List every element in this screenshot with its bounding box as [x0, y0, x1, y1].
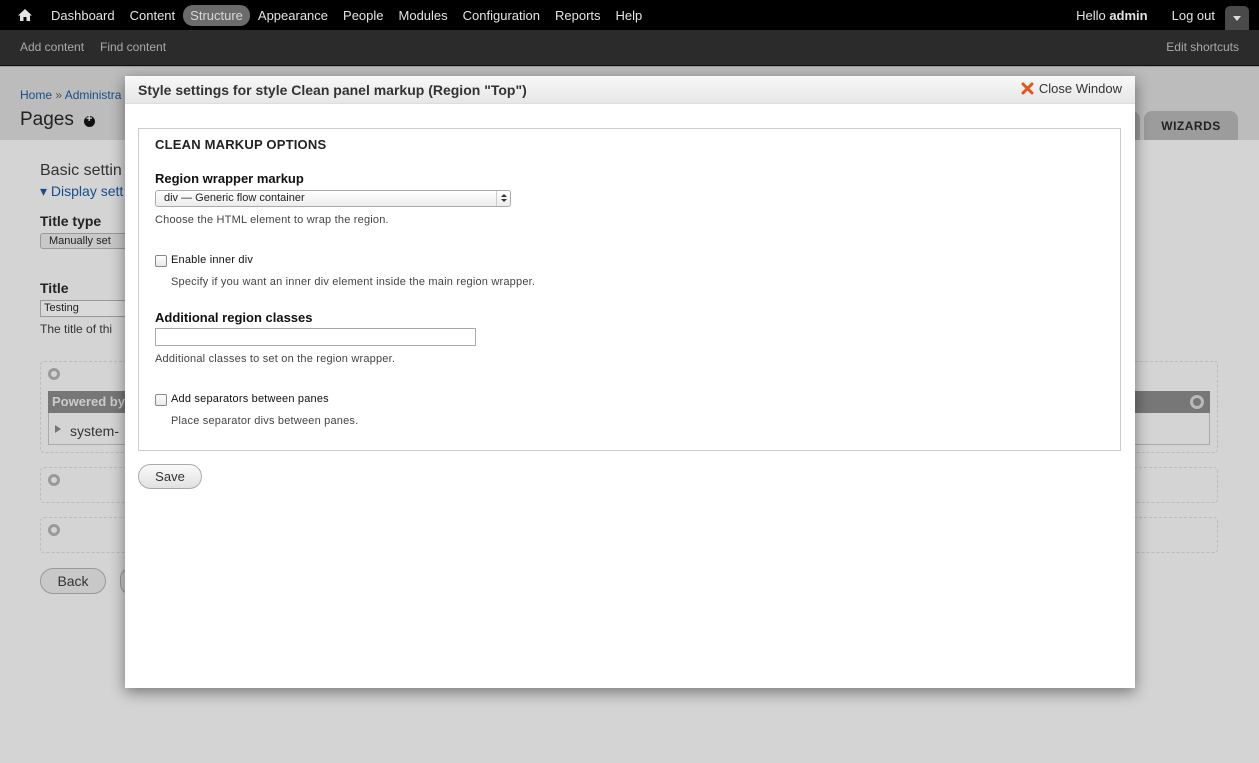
fieldset-legend: CLEAN MARKUP OPTIONS: [155, 137, 327, 152]
region-wrapper-description: Choose the HTML element to wrap the regi…: [155, 214, 389, 226]
region-wrapper-value: div — Generic flow container: [164, 192, 305, 204]
additional-classes-input[interactable]: [155, 328, 476, 346]
shortcut-add-content[interactable]: Add content: [20, 40, 84, 54]
add-separators-checkbox[interactable]: [155, 394, 167, 406]
title-input[interactable]: Testing: [40, 300, 130, 317]
enable-inner-div-description: Specify if you want an inner div element…: [171, 276, 536, 288]
admin-toolbar: Dashboard Content Structure Appearance P…: [0, 0, 1259, 30]
gear-icon[interactable]: [48, 524, 60, 536]
title-type-label: Title type: [40, 213, 102, 229]
modal-title: Style settings for style Clean panel mar…: [138, 82, 527, 98]
nav-reports[interactable]: Reports: [548, 5, 608, 26]
additional-classes-label: Additional region classes: [155, 310, 313, 325]
region-wrapper-select[interactable]: div — Generic flow container: [155, 190, 511, 207]
hello-prefix: Hello: [1076, 7, 1110, 23]
shortcuts-toggle-button[interactable]: [1225, 6, 1249, 30]
logout-link[interactable]: Log out: [1172, 8, 1215, 23]
add-shortcut-icon[interactable]: [84, 113, 95, 127]
tab-wizards[interactable]: WIZARDS: [1144, 111, 1238, 140]
shortcuts-bar: Add content Find content Edit shortcuts: [0, 30, 1259, 66]
enable-inner-div-label[interactable]: Enable inner div: [171, 254, 253, 266]
title-description: The title of thi: [40, 322, 113, 336]
updown-icon: [496, 191, 510, 206]
nav-dashboard[interactable]: Dashboard: [44, 5, 122, 26]
modal-header: Style settings for style Clean panel mar…: [125, 76, 1135, 104]
home-icon[interactable]: [17, 7, 33, 23]
edit-shortcuts-link[interactable]: Edit shortcuts: [1166, 40, 1239, 54]
toolbar-nav: Dashboard Content Structure Appearance P…: [44, 0, 650, 30]
page-title: Pages: [20, 109, 74, 130]
gear-icon[interactable]: [48, 368, 60, 380]
pane-content: system-: [70, 423, 119, 439]
hello-user: Hello admin: [1076, 8, 1148, 23]
add-separators-label[interactable]: Add separators between panes: [171, 393, 329, 405]
triangle-right-icon[interactable]: [55, 425, 61, 433]
breadcrumb: Home » Administra: [20, 88, 121, 102]
enable-inner-div-checkbox[interactable]: [155, 255, 167, 267]
breadcrumb-separator: »: [52, 88, 65, 102]
nav-structure[interactable]: Structure: [183, 4, 250, 26]
close-window-label: Close Window: [1038, 81, 1122, 96]
display-settings-link[interactable]: ▾ Display sett: [40, 183, 123, 200]
nav-appearance[interactable]: Appearance: [251, 5, 335, 26]
close-icon: [1021, 82, 1034, 95]
title-label: Title: [40, 280, 69, 296]
style-settings-modal: Style settings for style Clean panel mar…: [125, 76, 1135, 688]
toolbar-user: Hello admin Log out: [1076, 0, 1215, 30]
region-wrapper-label: Region wrapper markup: [155, 171, 304, 186]
clean-markup-options: CLEAN MARKUP OPTIONS Region wrapper mark…: [138, 128, 1121, 451]
nav-help[interactable]: Help: [609, 5, 650, 26]
nav-content[interactable]: Content: [123, 5, 183, 26]
title-type-select[interactable]: Manually set: [40, 233, 130, 249]
username-link[interactable]: admin: [1109, 8, 1147, 23]
chevron-down-icon: [1233, 16, 1241, 21]
close-window-button[interactable]: Close Window: [1021, 81, 1122, 96]
breadcrumb-admin[interactable]: Administra: [65, 88, 122, 102]
additional-classes-description: Additional classes to set on the region …: [155, 353, 396, 365]
nav-configuration[interactable]: Configuration: [456, 5, 547, 26]
nav-modules[interactable]: Modules: [392, 5, 455, 26]
nav-people[interactable]: People: [336, 5, 390, 26]
shortcut-find-content[interactable]: Find content: [100, 40, 166, 54]
basic-settings-heading: Basic settin: [40, 162, 122, 179]
back-button[interactable]: Back: [40, 568, 106, 594]
breadcrumb-home[interactable]: Home: [20, 88, 52, 102]
pane-gear-icon[interactable]: [1190, 395, 1204, 409]
gear-icon[interactable]: [48, 474, 60, 486]
add-separators-description: Place separator divs between panes.: [171, 415, 359, 427]
save-button[interactable]: Save: [138, 464, 202, 489]
